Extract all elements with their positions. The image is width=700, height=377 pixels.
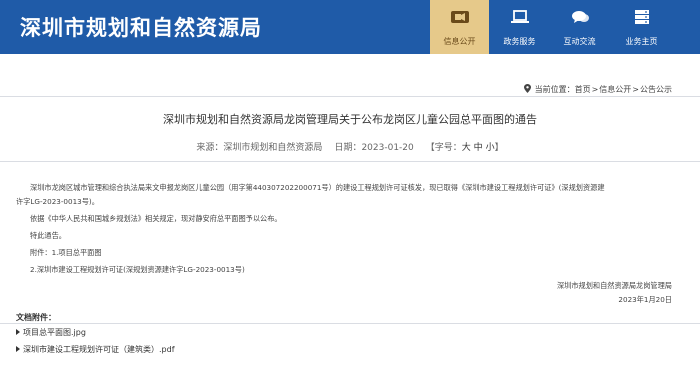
nav-government-services[interactable]: 政务服务 (490, 0, 549, 54)
nav-label: 政务服务 (503, 37, 536, 46)
breadcrumb-announcements[interactable]: 公告公示 (640, 85, 672, 94)
attachment-link[interactable]: 项目总平面图.jpg (16, 327, 86, 338)
signature: 深圳市规划和自然资源局龙岗管理局 (556, 281, 672, 290)
article-paragraph: 依据《中华人民共和国城乡规划法》相关规定，现对静安府总平面图予以公布。 (30, 214, 282, 223)
triangle-bullet-icon (16, 329, 20, 335)
font-size-open: 【字号： (425, 143, 462, 153)
laptop-icon (510, 10, 529, 23)
divider (0, 161, 700, 162)
location-pin-icon (523, 84, 531, 93)
article-meta: 来源：深圳市规划和自然资源局 日期：2023-01-20 【字号：大 中 小】 (0, 140, 700, 153)
nav-label: 信息公开 (443, 37, 476, 46)
attachment-link-label: 项目总平面图.jpg (23, 328, 86, 337)
nav-info-disclosure[interactable]: 信息公开 (430, 0, 489, 54)
attachments-title: 文档附件： (16, 313, 56, 322)
sign-date: 2023年1月20日 (618, 295, 672, 304)
font-size-close: 】 (494, 143, 504, 153)
nav-label: 业务主页 (625, 37, 658, 46)
divider (0, 323, 700, 324)
article-paragraph: 许字LG-2023-0013号)。 (16, 197, 99, 206)
divider (0, 96, 700, 97)
nav-interaction[interactable]: 互动交流 (550, 0, 609, 54)
server-icon (634, 10, 649, 24)
site-title[interactable]: 深圳市规划和自然资源局 (20, 12, 262, 42)
nav-label: 互动交流 (563, 37, 596, 46)
font-size-medium[interactable]: 中 (474, 143, 483, 153)
breadcrumb-prefix: 当前位置： (534, 85, 575, 94)
breadcrumb-info-disclosure[interactable]: 信息公开 (599, 85, 631, 94)
source-value: 深圳市规划和自然资源局 (223, 143, 323, 153)
attachment-line: 附件：1.项目总平面图 (30, 248, 102, 257)
date-label: 日期： (334, 143, 362, 153)
article-title: 深圳市规划和自然资源局龙岗管理局关于公布龙岗区儿童公园总平面图的通告 (163, 113, 537, 126)
chat-bubbles-icon (571, 11, 589, 23)
attachment-link-label: 深圳市建设工程规划许可证（建筑类）.pdf (23, 345, 175, 354)
article-paragraph: 深圳市龙岗区城市管理和综合执法局来文申报龙岗区儿童公园（用字第440307202… (30, 183, 605, 192)
video-icon (450, 11, 469, 23)
attachment-line: 2.深圳市建设工程规划许可证(深规划资源建许字LG-2023-0013号) (30, 265, 245, 274)
triangle-bullet-icon (16, 346, 20, 352)
breadcrumb: 当前位置：首页>信息公开>公告公示 (523, 84, 672, 95)
breadcrumb-home[interactable]: 首页 (575, 85, 591, 94)
font-size-large[interactable]: 大 (462, 143, 471, 153)
font-size-small[interactable]: 小 (486, 143, 495, 153)
attachment-link[interactable]: 深圳市建设工程规划许可证（建筑类）.pdf (16, 344, 175, 355)
breadcrumb-separator: > (632, 85, 639, 94)
date-value: 2023-01-20 (361, 143, 414, 153)
nav-business-home[interactable]: 业务主页 (612, 0, 671, 54)
breadcrumb-separator: > (591, 85, 599, 94)
article-paragraph: 特此通告。 (30, 231, 66, 240)
source-label: 来源： (196, 143, 224, 153)
site-header: 深圳市规划和自然资源局 信息公开 政务服务 互动交流 业务主页 (0, 0, 700, 54)
